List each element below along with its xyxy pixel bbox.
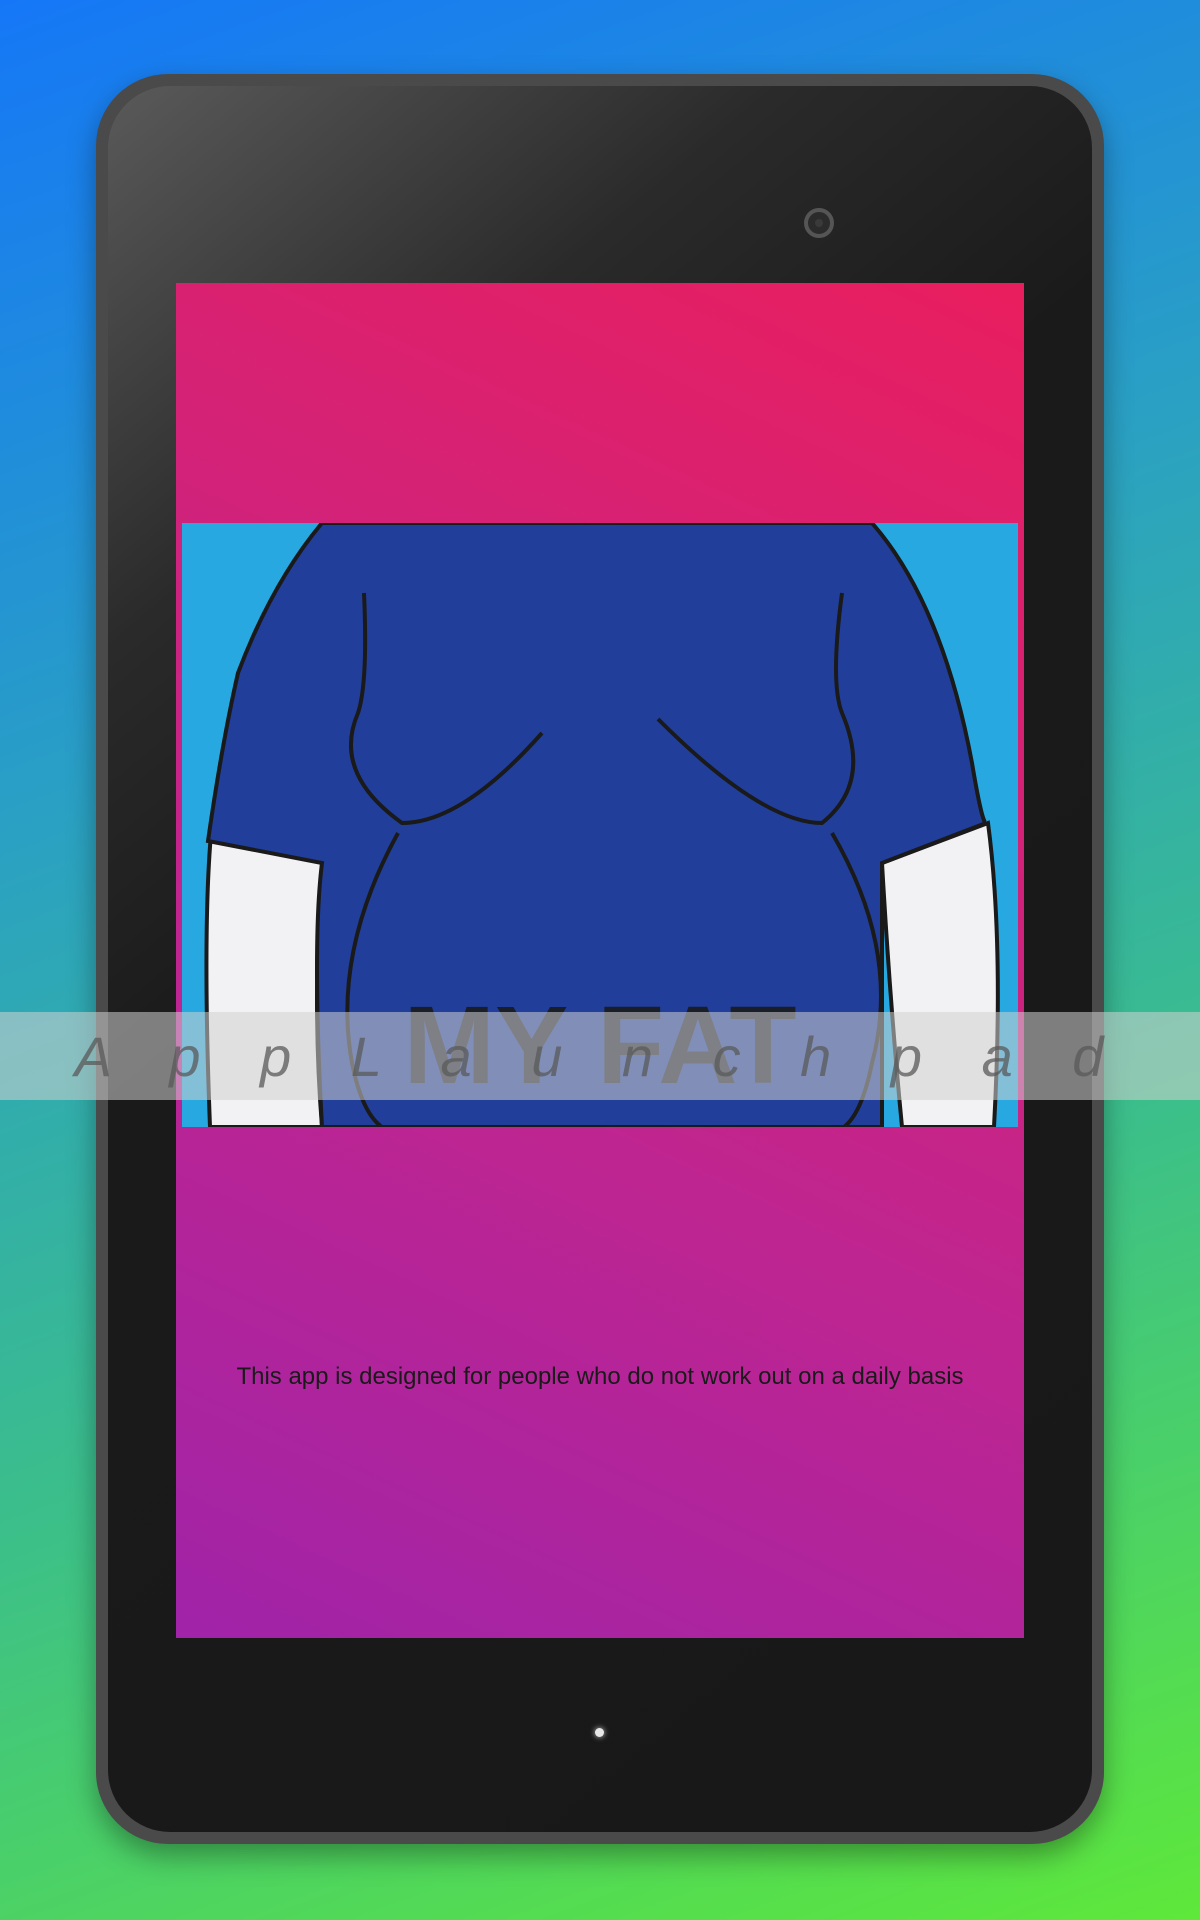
front-camera-icon bbox=[804, 208, 834, 238]
watermark-banner: A p p L a u n c h p a d bbox=[0, 1012, 1200, 1100]
app-screen: MY FAT This app is designed for people w… bbox=[176, 283, 1024, 1638]
home-indicator-icon[interactable] bbox=[595, 1728, 604, 1737]
watermark-text: A p p L a u n c h p a d bbox=[74, 1024, 1126, 1088]
app-description: This app is designed for people who do n… bbox=[236, 1363, 964, 1390]
